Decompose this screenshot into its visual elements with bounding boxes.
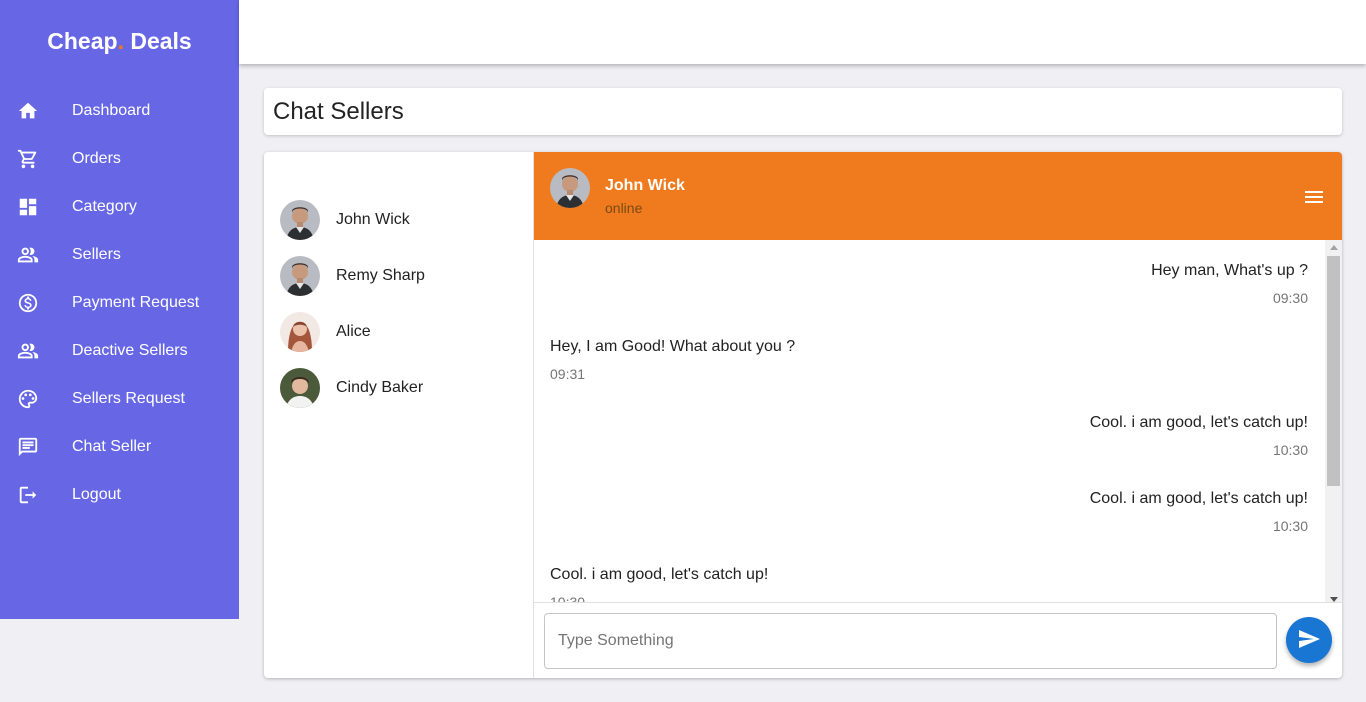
message-sent: Hey man, What's up ? 09:30 xyxy=(534,262,1324,306)
contact-list-panel: John Wick Remy Sharp Alice Cindy Baker xyxy=(264,152,534,678)
sidebar-item-dashboard[interactable]: Dashboard xyxy=(0,87,239,135)
sidebar-item-chat-seller[interactable]: Chat Seller xyxy=(0,423,239,471)
message-scrollbar[interactable] xyxy=(1325,240,1342,602)
conversation-header: John Wick online xyxy=(534,152,1342,240)
scrollbar-thumb[interactable] xyxy=(1327,256,1340,486)
chat-icon xyxy=(0,436,72,458)
brand-name-part1: Cheap xyxy=(47,28,118,54)
message-time: 10:30 xyxy=(1272,442,1308,458)
sidebar-item-deactive-sellers[interactable]: Deactive Sellers xyxy=(0,327,239,375)
dollar-circle-icon xyxy=(0,292,72,314)
sidebar-item-label: Sellers Request xyxy=(72,390,185,407)
sidebar-item-label: Payment Request xyxy=(72,294,200,311)
contact-item-cindy-baker[interactable]: Cindy Baker xyxy=(264,360,534,416)
logout-icon xyxy=(0,484,72,506)
avatar xyxy=(550,168,590,208)
message-time: 10:30 xyxy=(1272,518,1308,534)
send-icon xyxy=(1297,627,1321,654)
sidebar-item-orders[interactable]: Orders xyxy=(0,135,239,183)
people-icon xyxy=(0,340,72,362)
sidebar-item-label: Chat Seller xyxy=(72,438,152,455)
avatar xyxy=(280,368,320,408)
send-button[interactable] xyxy=(1286,617,1332,663)
conversation-panel: John Wick online Hey man, What's up ? 09… xyxy=(534,152,1342,678)
sidebar-item-label: Orders xyxy=(72,150,121,167)
page-title: Chat Sellers xyxy=(273,98,404,125)
sidebar-item-label: Dashboard xyxy=(72,102,151,119)
sidebar-item-sellers[interactable]: Sellers xyxy=(0,231,239,279)
message-input[interactable] xyxy=(544,613,1277,669)
conversation-contact-status: online xyxy=(605,200,643,216)
hamburger-menu-icon xyxy=(1302,191,1326,213)
chat-panel: John Wick Remy Sharp Alice Cindy Baker J… xyxy=(264,152,1342,678)
avatar xyxy=(280,312,320,352)
brand-logo[interactable]: Cheap. Deals xyxy=(0,28,239,55)
message-text: Cool. i am good, let's catch up! xyxy=(1089,414,1308,431)
contact-name: Cindy Baker xyxy=(336,379,424,396)
message-time: 10:30 xyxy=(550,594,586,602)
contact-name: Remy Sharp xyxy=(336,267,425,284)
sidebar-item-label: Sellers xyxy=(72,246,121,263)
dashboard-grid-icon xyxy=(0,196,72,218)
message-sent: Cool. i am good, let's catch up! 10:30 xyxy=(534,414,1324,458)
sidebar-item-sellers-request[interactable]: Sellers Request xyxy=(0,375,239,423)
palette-icon xyxy=(0,388,72,410)
message-text: Hey, I am Good! What about you ? xyxy=(550,338,796,355)
contact-name: John Wick xyxy=(336,211,410,228)
sidebar-item-logout[interactable]: Logout xyxy=(0,471,239,519)
conversation-contact-name: John Wick xyxy=(605,177,685,194)
top-app-bar xyxy=(239,0,1366,64)
message-list: Hey man, What's up ? 09:30 Hey, I am Goo… xyxy=(534,240,1342,602)
brand-name-part2: Deals xyxy=(123,28,192,54)
message-text: Cool. i am good, let's catch up! xyxy=(1089,490,1308,507)
sidebar-item-label: Logout xyxy=(72,486,121,503)
sidebar-item-payment-request[interactable]: Payment Request xyxy=(0,279,239,327)
avatar xyxy=(280,256,320,296)
scroll-up-arrow-icon[interactable] xyxy=(1330,245,1338,250)
message-received: Cool. i am good, let's catch up! 10:30 xyxy=(534,566,1324,602)
cart-icon xyxy=(0,148,72,170)
message-text: Hey man, What's up ? xyxy=(1151,262,1308,279)
message-time: 09:31 xyxy=(550,366,586,382)
menu-button[interactable] xyxy=(1302,185,1326,209)
avatar xyxy=(280,200,320,240)
home-icon xyxy=(0,100,72,122)
message-sent: Cool. i am good, let's catch up! 10:30 xyxy=(534,490,1324,534)
contact-item-john-wick[interactable]: John Wick xyxy=(264,192,534,248)
sidebar-item-label: Deactive Sellers xyxy=(72,342,188,359)
contact-name: Alice xyxy=(336,323,371,340)
message-composer xyxy=(534,602,1342,678)
sidebar-item-category[interactable]: Category xyxy=(0,183,239,231)
sidebar-nav: Dashboard Orders Category Sellers Paymen… xyxy=(0,87,239,519)
message-time: 09:30 xyxy=(1272,290,1308,306)
people-icon xyxy=(0,244,72,266)
message-received: Hey, I am Good! What about you ? 09:31 xyxy=(534,338,1324,382)
contact-item-alice[interactable]: Alice xyxy=(264,304,534,360)
contact-list: John Wick Remy Sharp Alice Cindy Baker xyxy=(264,192,534,416)
sidebar: Cheap. Deals Dashboard Orders Category S… xyxy=(0,0,239,619)
message-text: Cool. i am good, let's catch up! xyxy=(550,566,769,583)
sidebar-item-label: Category xyxy=(72,198,137,215)
contact-item-remy-sharp[interactable]: Remy Sharp xyxy=(264,248,534,304)
page-title-card: Chat Sellers xyxy=(264,88,1342,135)
